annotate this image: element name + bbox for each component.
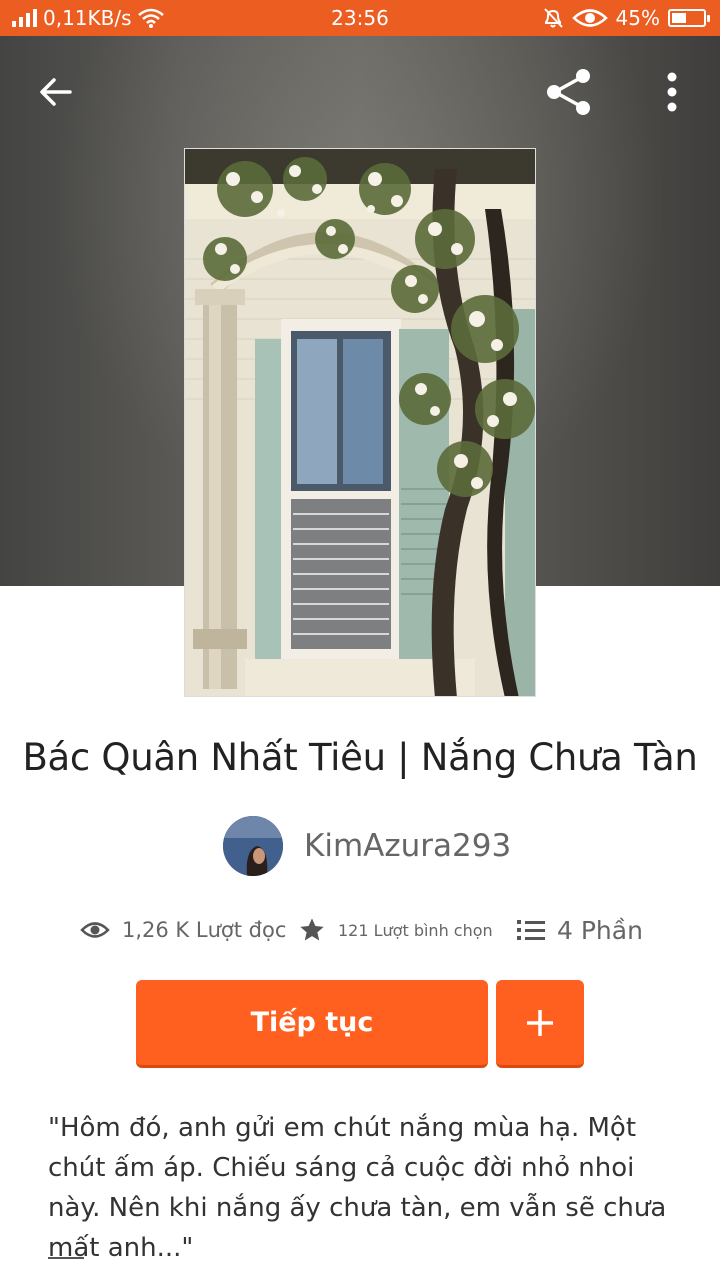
story-description: "Hôm đó, anh gửi em chút nắng mùa hạ. Mộ… [48,1113,667,1263]
cover-image [185,149,535,696]
list-icon [517,920,545,940]
plus-icon [527,1009,553,1036]
parts-stat[interactable]: 4 Phần [517,910,643,950]
share-button[interactable] [538,62,598,122]
eye-icon [80,922,110,938]
author-row[interactable]: KimAzura293 [223,816,511,876]
divider [48,1257,84,1259]
battery-percent: 45% [615,6,660,30]
arrow-left-icon [40,78,72,106]
reads-stat: 1,26 K Lượt đọc [80,910,286,950]
battery-icon [668,9,710,27]
reads-count: 1,26 K Lượt đọc [122,918,287,942]
author-avatar[interactable] [223,816,283,876]
more-options-button[interactable] [642,62,702,122]
clock: 23:56 [331,6,389,30]
book-cover[interactable] [184,148,536,697]
share-icon [547,69,590,115]
votes-count: 121 Lượt bình chọn [338,920,493,940]
star-icon [300,918,324,941]
parts-count: 4 Phần [557,915,643,945]
back-button[interactable] [26,62,86,122]
mute-icon [543,8,563,28]
continue-reading-button[interactable]: Tiếp tục [136,980,488,1068]
story-stats: 1,26 K Lượt đọc 121 Lượt bình chọn 4 Phầ… [0,910,720,950]
votes-stat: 121 Lượt bình chọn [298,910,493,950]
author-name[interactable]: KimAzura293 [304,828,511,864]
eye-icon [571,9,608,27]
more-vertical-icon [667,72,677,112]
story-title: Bác Quân Nhất Tiêu | Nắng Chưa Tàn [22,736,698,779]
status-bar: 0,11KB/s 23:56 45% [0,0,720,36]
add-to-library-button[interactable] [496,980,584,1068]
